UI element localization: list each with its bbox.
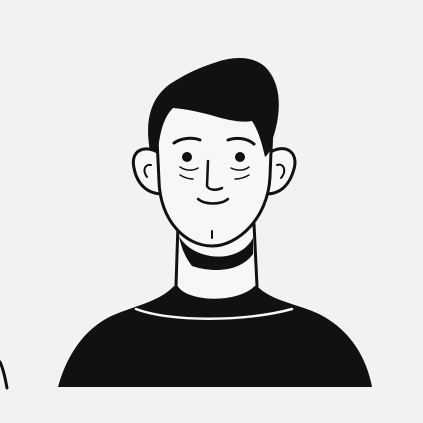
man-avatar-icon	[0, 58, 372, 390]
partial-object-left	[0, 360, 9, 390]
left-eye	[182, 152, 192, 162]
avatar-canvas	[0, 0, 423, 423]
shirt	[58, 286, 372, 387]
right-eye	[235, 152, 245, 162]
